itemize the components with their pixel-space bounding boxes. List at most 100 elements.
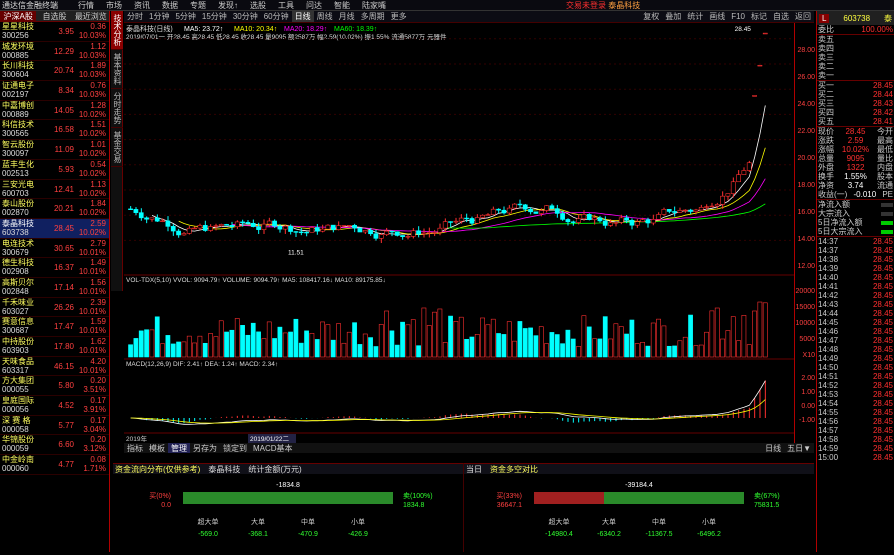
candle[interactable]: [501, 209, 507, 214]
stock-row[interactable]: 皇庭国际 000056 4.52 0.17 3.91%: [0, 396, 109, 416]
candle[interactable]: [709, 205, 715, 208]
stock-row[interactable]: 城发环境 000885 12.29 1.12 10.03%: [0, 42, 109, 62]
candle[interactable]: [442, 221, 448, 229]
candle[interactable]: [272, 220, 277, 227]
candle[interactable]: [592, 217, 597, 220]
candle[interactable]: [437, 227, 443, 233]
candle[interactable]: [746, 162, 752, 171]
menu-item[interactable]: 专题: [184, 0, 212, 11]
candle[interactable]: [208, 226, 213, 231]
stock-row[interactable]: 泰晶科技 603738 28.45 2.59 10.02%: [0, 218, 109, 239]
candle[interactable]: [293, 231, 299, 233]
candle[interactable]: [410, 230, 416, 237]
indicator-tab[interactable]: 另存为: [190, 443, 220, 453]
candle[interactable]: [581, 214, 587, 220]
candle[interactable]: [725, 193, 731, 197]
menu-item[interactable]: 智能: [328, 0, 356, 11]
candle[interactable]: [186, 227, 192, 234]
stock-row[interactable]: 德生科技 002908 16.37 1.49 10.01%: [0, 258, 109, 278]
trade-status[interactable]: 交易未登录 泰晶科技: [566, 0, 640, 11]
candle[interactable]: [336, 225, 341, 230]
candle[interactable]: [128, 208, 133, 210]
candle[interactable]: [752, 95, 757, 97]
candle[interactable]: [405, 236, 411, 238]
stock-row[interactable]: 电连技术 300679 30.65 2.79 10.01%: [0, 239, 109, 259]
candle[interactable]: [320, 228, 325, 232]
candle[interactable]: [741, 170, 747, 175]
menu-item[interactable]: 市场: [100, 0, 128, 11]
candle[interactable]: [560, 213, 565, 220]
candle[interactable]: [341, 225, 347, 227]
candle[interactable]: [757, 64, 763, 67]
candle[interactable]: [298, 231, 304, 234]
vtab[interactable]: 基本资料: [111, 50, 123, 89]
candle[interactable]: [597, 217, 603, 222]
candle[interactable]: [240, 221, 245, 224]
menu-item[interactable]: 发现↑: [212, 0, 244, 11]
period-tab[interactable]: 15分钟: [199, 11, 230, 22]
candle[interactable]: [554, 208, 560, 214]
candle[interactable]: [736, 174, 741, 183]
candle[interactable]: [138, 212, 144, 219]
menu-item[interactable]: 选股: [244, 0, 272, 11]
candle[interactable]: [234, 221, 240, 228]
period-tab[interactable]: 30分钟: [230, 11, 261, 22]
candle[interactable]: [544, 205, 549, 211]
indicator-tab[interactable]: MACD基本: [250, 443, 296, 453]
candle[interactable]: [416, 230, 421, 235]
period-tab[interactable]: 5分钟: [172, 11, 198, 22]
candle[interactable]: [522, 204, 528, 210]
candle[interactable]: [277, 225, 283, 230]
candle[interactable]: [453, 220, 459, 223]
period-tab[interactable]: 分时: [124, 11, 146, 22]
candle[interactable]: [181, 233, 187, 236]
candle[interactable]: [352, 225, 357, 229]
candle[interactable]: [613, 222, 619, 224]
candle[interactable]: [464, 217, 469, 220]
candle[interactable]: [261, 223, 267, 230]
candle[interactable]: [682, 209, 688, 212]
candle[interactable]: [266, 220, 272, 225]
candle[interactable]: [304, 231, 309, 234]
candle[interactable]: [629, 220, 635, 226]
candle[interactable]: [720, 195, 725, 205]
candle[interactable]: [357, 227, 363, 233]
candle[interactable]: [213, 225, 219, 227]
candle[interactable]: [282, 225, 288, 230]
candle[interactable]: [325, 224, 331, 230]
candle[interactable]: [218, 224, 224, 227]
period-tab[interactable]: 周线: [314, 11, 336, 22]
candle[interactable]: [197, 225, 203, 229]
candle[interactable]: [368, 230, 373, 235]
candle[interactable]: [677, 210, 683, 213]
stock-row[interactable]: 三安光电 600703 12.41 1.13 10.02%: [0, 180, 109, 200]
toolbar-button[interactable]: 画线: [706, 11, 728, 22]
menu-item[interactable]: 陆家嘴: [356, 0, 392, 11]
candle[interactable]: [618, 217, 624, 223]
bottom-right-button[interactable]: 五日▼: [784, 443, 814, 453]
candle[interactable]: [160, 220, 165, 222]
bottom-right-button[interactable]: 日线: [762, 443, 784, 453]
indicator-tab[interactable]: 模板: [146, 443, 168, 453]
stock-row[interactable]: 中持股份 603903 17.80 1.62 10.01%: [0, 337, 109, 357]
stock-row[interactable]: 高斯贝尔 002848 17.14 1.56 10.01%: [0, 278, 109, 298]
stock-list-tab[interactable]: 沪深A股: [0, 11, 37, 21]
candle[interactable]: [661, 209, 667, 215]
candle[interactable]: [384, 230, 389, 235]
stock-row[interactable]: 方大集团 000055 5.80 0.20 3.51%: [0, 376, 109, 397]
candle[interactable]: [666, 209, 672, 212]
vtab[interactable]: 分时走势: [111, 89, 123, 128]
candle[interactable]: [549, 205, 555, 209]
candle[interactable]: [400, 235, 405, 237]
fund-flow-unit[interactable]: 统计金额(万元): [248, 464, 301, 474]
candle[interactable]: [480, 214, 485, 218]
fund-flow-stock[interactable]: 泰晶科技: [208, 464, 240, 474]
candle[interactable]: [421, 232, 427, 235]
toolbar-button[interactable]: 标记: [748, 11, 770, 22]
indicator-tab[interactable]: 锁定到: [220, 443, 250, 453]
candle[interactable]: [576, 218, 581, 223]
toolbar-button[interactable]: 复权: [640, 11, 662, 22]
candle[interactable]: [672, 211, 677, 213]
stock-row[interactable]: 证通电子 002197 8.34 0.76 10.03%: [0, 81, 109, 101]
stock-list-tab[interactable]: 最近浏览: [73, 11, 109, 21]
